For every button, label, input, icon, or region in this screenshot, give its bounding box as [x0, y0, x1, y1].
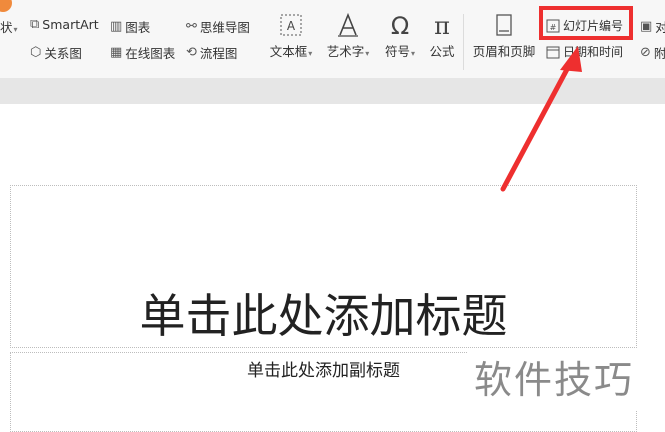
watermark-text: 软件技巧 — [468, 350, 665, 410]
